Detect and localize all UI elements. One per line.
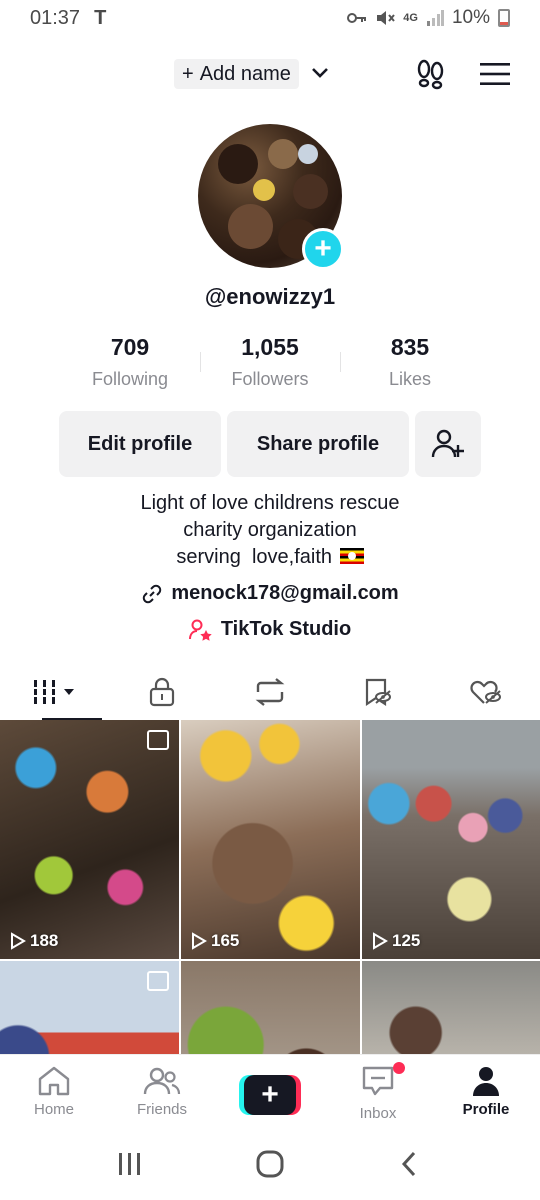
- stat-label: Followers: [231, 369, 309, 389]
- studio-text: TikTok Studio: [220, 618, 352, 640]
- add-user-icon: [431, 429, 464, 458]
- home-icon: [38, 1066, 70, 1096]
- signal-icon: [426, 10, 444, 26]
- video-tile[interactable]: 188: [0, 720, 179, 959]
- profile-icon: [473, 1067, 499, 1096]
- tab-videos[interactable]: [0, 664, 108, 720]
- videos-grid-icon: [32, 680, 74, 704]
- lock-icon: [149, 677, 175, 707]
- bottom-nav: Home Friends + Inbox Profile: [0, 1054, 540, 1128]
- bio-line: serving love,faith: [176, 546, 333, 568]
- stat-followers[interactable]: 1,055 Followers: [200, 334, 340, 394]
- add-name-label: Add name: [199, 62, 291, 85]
- tab-reposts[interactable]: [216, 664, 324, 720]
- profile-header: + Add name: [0, 52, 540, 96]
- view-count-value: 125: [392, 931, 421, 950]
- favorites-icon: [365, 678, 391, 707]
- mute-icon: [377, 11, 396, 25]
- view-count: 165: [191, 931, 239, 951]
- email-text: menock178@gmail.com: [171, 582, 399, 604]
- video-tile[interactable]: 165: [181, 720, 360, 959]
- menu-icon[interactable]: [478, 60, 512, 88]
- carrier-icon: T: [94, 6, 107, 29]
- battery-icon: [498, 9, 510, 27]
- inbox-icon: [362, 1066, 394, 1096]
- nav-home[interactable]: Home: [0, 1055, 108, 1128]
- edit-profile-button[interactable]: Edit profile: [59, 411, 221, 477]
- play-icon: [11, 932, 26, 950]
- friends-icon: [143, 1067, 181, 1095]
- nav-friends-label: Friends: [136, 1101, 188, 1118]
- status-time: 01:37: [30, 6, 81, 29]
- chevron-down-icon[interactable]: [308, 61, 332, 85]
- system-nav-bar: [0, 1128, 540, 1200]
- nav-friends[interactable]: Friends: [108, 1055, 216, 1128]
- video-grid: 188 165 125: [0, 720, 540, 1054]
- status-bar: 01:37 T 4G 10%: [0, 0, 540, 36]
- play-icon: [373, 932, 388, 950]
- notification-dot: [393, 1062, 405, 1074]
- tab-private[interactable]: [108, 664, 216, 720]
- tab-liked[interactable]: [432, 664, 540, 720]
- stat-value: 835: [390, 334, 430, 360]
- nav-home-label: Home: [33, 1101, 74, 1118]
- photo-icon: [147, 971, 169, 991]
- profile-stats: 709 Following 1,055 Followers 835 Likes: [60, 334, 480, 394]
- content-tabs: [0, 664, 540, 720]
- liked-icon: [470, 680, 501, 704]
- add-avatar-button[interactable]: +: [302, 228, 344, 270]
- nav-profile-label: Profile: [462, 1101, 510, 1118]
- view-count: 125: [372, 931, 420, 951]
- back-icon[interactable]: [396, 1150, 424, 1178]
- video-tile[interactable]: [362, 961, 540, 1054]
- video-tile[interactable]: [0, 961, 179, 1054]
- nav-create[interactable]: +: [216, 1055, 324, 1128]
- photo-icon: [147, 730, 169, 750]
- stat-value: 709: [110, 334, 150, 360]
- email-link[interactable]: menock178@gmail.com: [0, 582, 540, 605]
- bio-line-3: serving love,faith: [0, 544, 540, 571]
- add-name-plus: +: [182, 62, 194, 85]
- footprint-icon[interactable]: [414, 58, 448, 90]
- tab-favorites[interactable]: [324, 664, 432, 720]
- plus-icon: +: [244, 1075, 296, 1115]
- tiktok-studio-link[interactable]: TikTok Studio: [0, 618, 540, 641]
- battery-text: 10%: [451, 7, 490, 28]
- view-count-value: 188: [30, 931, 59, 950]
- recent-apps-icon[interactable]: [116, 1150, 144, 1178]
- nav-profile[interactable]: Profile: [432, 1055, 540, 1128]
- nav-inbox-label: Inbox: [359, 1105, 397, 1122]
- studio-user-star-icon: [188, 619, 212, 641]
- stat-label: Following: [91, 369, 169, 389]
- view-count: 188: [10, 931, 58, 951]
- link-icon: [143, 584, 162, 603]
- stat-likes[interactable]: 835 Likes: [340, 334, 480, 394]
- create-button[interactable]: +: [239, 1075, 301, 1115]
- network-type: 4G: [403, 12, 418, 24]
- bio-line: charity organization: [183, 519, 357, 541]
- play-icon: [192, 932, 207, 950]
- stat-label: Likes: [388, 369, 432, 389]
- home-button-icon[interactable]: [255, 1149, 285, 1179]
- share-profile-button[interactable]: Share profile: [227, 411, 409, 477]
- key-icon: [347, 13, 367, 23]
- username: @enowizzy1: [204, 284, 336, 309]
- add-name-button[interactable]: + Add name: [174, 59, 299, 89]
- stat-following[interactable]: 709 Following: [60, 334, 200, 394]
- stat-value: 1,055: [241, 334, 299, 360]
- bio-line: Light of love childrens rescue: [140, 492, 400, 514]
- inbox-icon-wrap: [361, 1062, 405, 1101]
- repost-icon: [255, 678, 285, 706]
- video-tile[interactable]: 125: [362, 720, 540, 959]
- video-tile[interactable]: [181, 961, 360, 1054]
- bio: Light of love childrens rescue charity o…: [0, 490, 540, 571]
- uganda-flag-icon: [339, 548, 364, 564]
- view-count-value: 165: [211, 931, 240, 950]
- add-friend-button[interactable]: [415, 411, 481, 477]
- nav-inbox[interactable]: Inbox: [324, 1055, 432, 1128]
